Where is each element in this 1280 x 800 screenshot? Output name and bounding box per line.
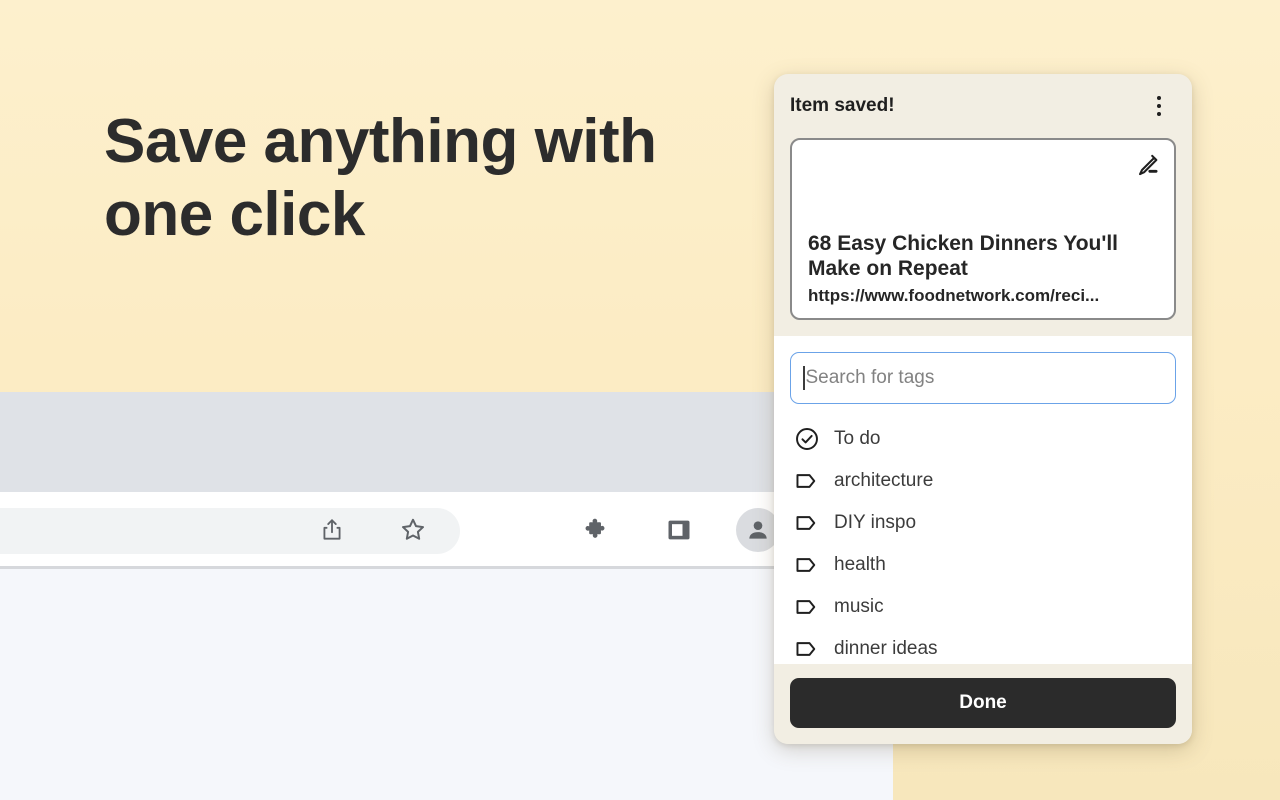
tag-list-item-label: music	[834, 596, 884, 617]
side-panel-icon[interactable]	[663, 514, 695, 546]
extensions-puzzle-icon[interactable]	[581, 514, 613, 546]
headline-line-1: Save anything with	[104, 107, 657, 176]
popup-footer: Done	[774, 664, 1192, 744]
tag-list-item-label: dinner ideas	[834, 638, 938, 659]
promo-page: Save anything with one click Item saved!…	[0, 0, 1280, 800]
tag-list-item[interactable]: To do	[790, 418, 1176, 460]
edit-pencil-icon[interactable]	[1134, 152, 1160, 178]
done-button[interactable]: Done	[790, 678, 1176, 728]
tag-icon	[794, 510, 820, 536]
saved-item-title: 68 Easy Chicken Dinners You'll Make on R…	[808, 231, 1119, 281]
share-icon[interactable]	[316, 514, 348, 546]
tag-icon	[794, 594, 820, 620]
tag-search-input[interactable]: Search for tags	[790, 352, 1176, 404]
saved-item-url: https://www.foodnetwork.com/reci...	[808, 286, 1100, 305]
tag-icon	[794, 468, 820, 494]
browser-window: N	[0, 392, 893, 800]
tag-list-item[interactable]: architecture	[790, 460, 1176, 502]
saved-item-card[interactable]: 68 Easy Chicken Dinners You'll Make on R…	[790, 138, 1176, 320]
tag-panel: Search for tags To do architecture DIY ins…	[774, 336, 1192, 664]
tag-icon	[794, 552, 820, 578]
tag-list-item-label: architecture	[834, 470, 934, 491]
menu-dot	[1157, 112, 1161, 116]
popup-title: Item saved!	[790, 95, 895, 116]
tag-list-item[interactable]: DIY inspo	[790, 502, 1176, 544]
tag-list-item[interactable]: dinner ideas	[790, 628, 1176, 664]
extension-popup: Item saved! 68 Easy Chicken Dinners You'…	[774, 74, 1192, 744]
tag-list-item[interactable]: health	[790, 544, 1176, 586]
page-title: Save anything with one click	[104, 106, 724, 251]
tag-list-item-label: DIY inspo	[834, 512, 917, 533]
browser-tabstrip	[0, 392, 893, 492]
tag-list: To do architecture DIY inspo health music din…	[790, 418, 1176, 664]
overflow-menu-icon[interactable]	[1146, 93, 1172, 119]
tag-search-placeholder: Search for tags	[805, 367, 935, 388]
check-circle-icon	[794, 426, 820, 452]
tag-list-item-label: health	[834, 554, 886, 575]
headline-line-2: one click	[104, 179, 365, 249]
text-caret	[803, 366, 805, 390]
tag-list-item[interactable]: music	[790, 586, 1176, 628]
tag-list-item-label: To do	[834, 428, 881, 449]
omnibox[interactable]	[0, 508, 460, 554]
browser-page-content	[0, 569, 893, 800]
menu-dot	[1157, 96, 1161, 100]
bookmark-star-icon[interactable]	[397, 514, 429, 546]
menu-dot	[1157, 104, 1161, 108]
popup-header: Item saved!	[774, 74, 1192, 138]
tag-icon	[794, 636, 820, 662]
